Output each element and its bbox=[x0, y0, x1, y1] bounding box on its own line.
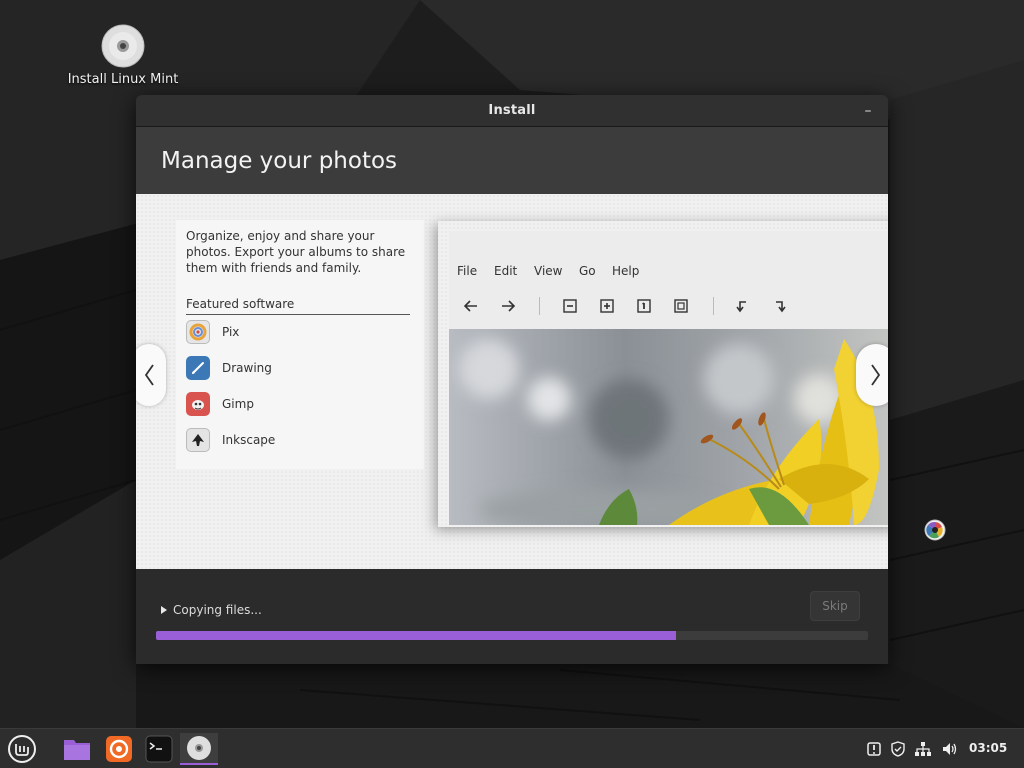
preview-menu-go: Go bbox=[579, 264, 596, 278]
volume-icon[interactable] bbox=[940, 739, 960, 759]
preview-menu-view: View bbox=[534, 264, 563, 278]
status-expander[interactable]: Copying files... bbox=[160, 603, 262, 617]
forward-arrow-icon bbox=[497, 295, 519, 317]
update-manager-icon[interactable] bbox=[864, 739, 884, 759]
disc-icon bbox=[187, 736, 211, 760]
chevron-left-icon bbox=[144, 364, 154, 386]
app-item-pix: Pix bbox=[186, 320, 239, 344]
toolbar-separator bbox=[539, 297, 540, 315]
app-item-gimp: Gimp bbox=[186, 392, 254, 416]
app-name: Inkscape bbox=[222, 433, 276, 447]
slide-header: Manage your photos bbox=[136, 127, 888, 194]
pix-icon bbox=[186, 320, 210, 344]
app-item-drawing: Drawing bbox=[186, 356, 272, 380]
firefox-launcher[interactable] bbox=[100, 733, 138, 765]
zoom-fit-icon bbox=[670, 295, 692, 317]
disc-icon bbox=[101, 24, 145, 68]
preview-menu-file: File bbox=[457, 264, 478, 278]
installer-taskbar-item[interactable] bbox=[180, 733, 218, 765]
status-text: Copying files... bbox=[173, 603, 262, 617]
slide-description: Organize, enjoy and share your photos. E… bbox=[186, 229, 406, 275]
gimp-icon bbox=[186, 392, 210, 416]
skip-button[interactable]: Skip bbox=[810, 591, 860, 621]
zoom-out-icon bbox=[559, 295, 581, 317]
progress-fill bbox=[156, 631, 676, 640]
app-name: Pix bbox=[222, 325, 240, 339]
lily-photo bbox=[449, 329, 888, 525]
back-arrow-icon bbox=[460, 295, 482, 317]
slideshow-panel: Organize, enjoy and share your photos. E… bbox=[136, 194, 888, 569]
mint-logo-icon bbox=[8, 735, 36, 763]
taskbar: 03:05 bbox=[0, 728, 1024, 768]
installer-footer: Copying files... Skip bbox=[136, 569, 888, 664]
zoom-in-icon bbox=[596, 295, 618, 317]
network-icon[interactable] bbox=[913, 739, 933, 759]
info-card: Organize, enjoy and share your photos. E… bbox=[176, 220, 424, 469]
menu-button[interactable] bbox=[4, 733, 40, 765]
next-slide-button[interactable] bbox=[856, 344, 888, 406]
desktop-icon-install-linux-mint[interactable]: Install Linux Mint bbox=[64, 24, 182, 87]
featured-software-heading: Featured software bbox=[186, 297, 410, 315]
rotate-left-icon bbox=[731, 295, 753, 317]
clock[interactable]: 03:05 bbox=[969, 741, 1007, 755]
preview-menubar bbox=[449, 231, 888, 291]
page-title: Manage your photos bbox=[161, 147, 398, 174]
window-titlebar[interactable]: Install – bbox=[136, 95, 888, 127]
rotate-right-icon bbox=[769, 295, 791, 317]
firefox-icon bbox=[106, 736, 132, 762]
preview-menu-help: Help bbox=[612, 264, 640, 278]
app-item-inkscape: Inkscape bbox=[186, 428, 275, 452]
shield-icon[interactable] bbox=[888, 739, 908, 759]
installer-window: Install – Manage your photos Organize, e… bbox=[136, 95, 888, 664]
app-name: Gimp bbox=[222, 397, 254, 411]
files-launcher[interactable] bbox=[58, 733, 96, 765]
window-title: Install bbox=[488, 103, 536, 118]
expander-triangle-icon bbox=[161, 606, 167, 614]
desktop-icon-label: Install Linux Mint bbox=[67, 72, 179, 87]
folder-icon bbox=[64, 740, 90, 760]
zoom-original-icon bbox=[633, 295, 655, 317]
preview-menu-edit: Edit bbox=[494, 264, 518, 278]
inkscape-icon bbox=[186, 428, 210, 452]
minimize-button[interactable]: – bbox=[858, 101, 878, 121]
drawing-icon bbox=[186, 356, 210, 380]
app-name: Drawing bbox=[222, 361, 272, 375]
toolbar-separator bbox=[713, 297, 714, 315]
chevron-right-icon bbox=[871, 364, 881, 386]
terminal-icon bbox=[145, 735, 173, 763]
app-preview-screenshot: File Edit View Go Help bbox=[449, 231, 888, 525]
color-wheel-icon[interactable] bbox=[924, 519, 946, 541]
install-progress-bar bbox=[156, 631, 868, 640]
terminal-launcher[interactable] bbox=[140, 733, 178, 765]
previous-slide-button[interactable] bbox=[136, 344, 166, 406]
